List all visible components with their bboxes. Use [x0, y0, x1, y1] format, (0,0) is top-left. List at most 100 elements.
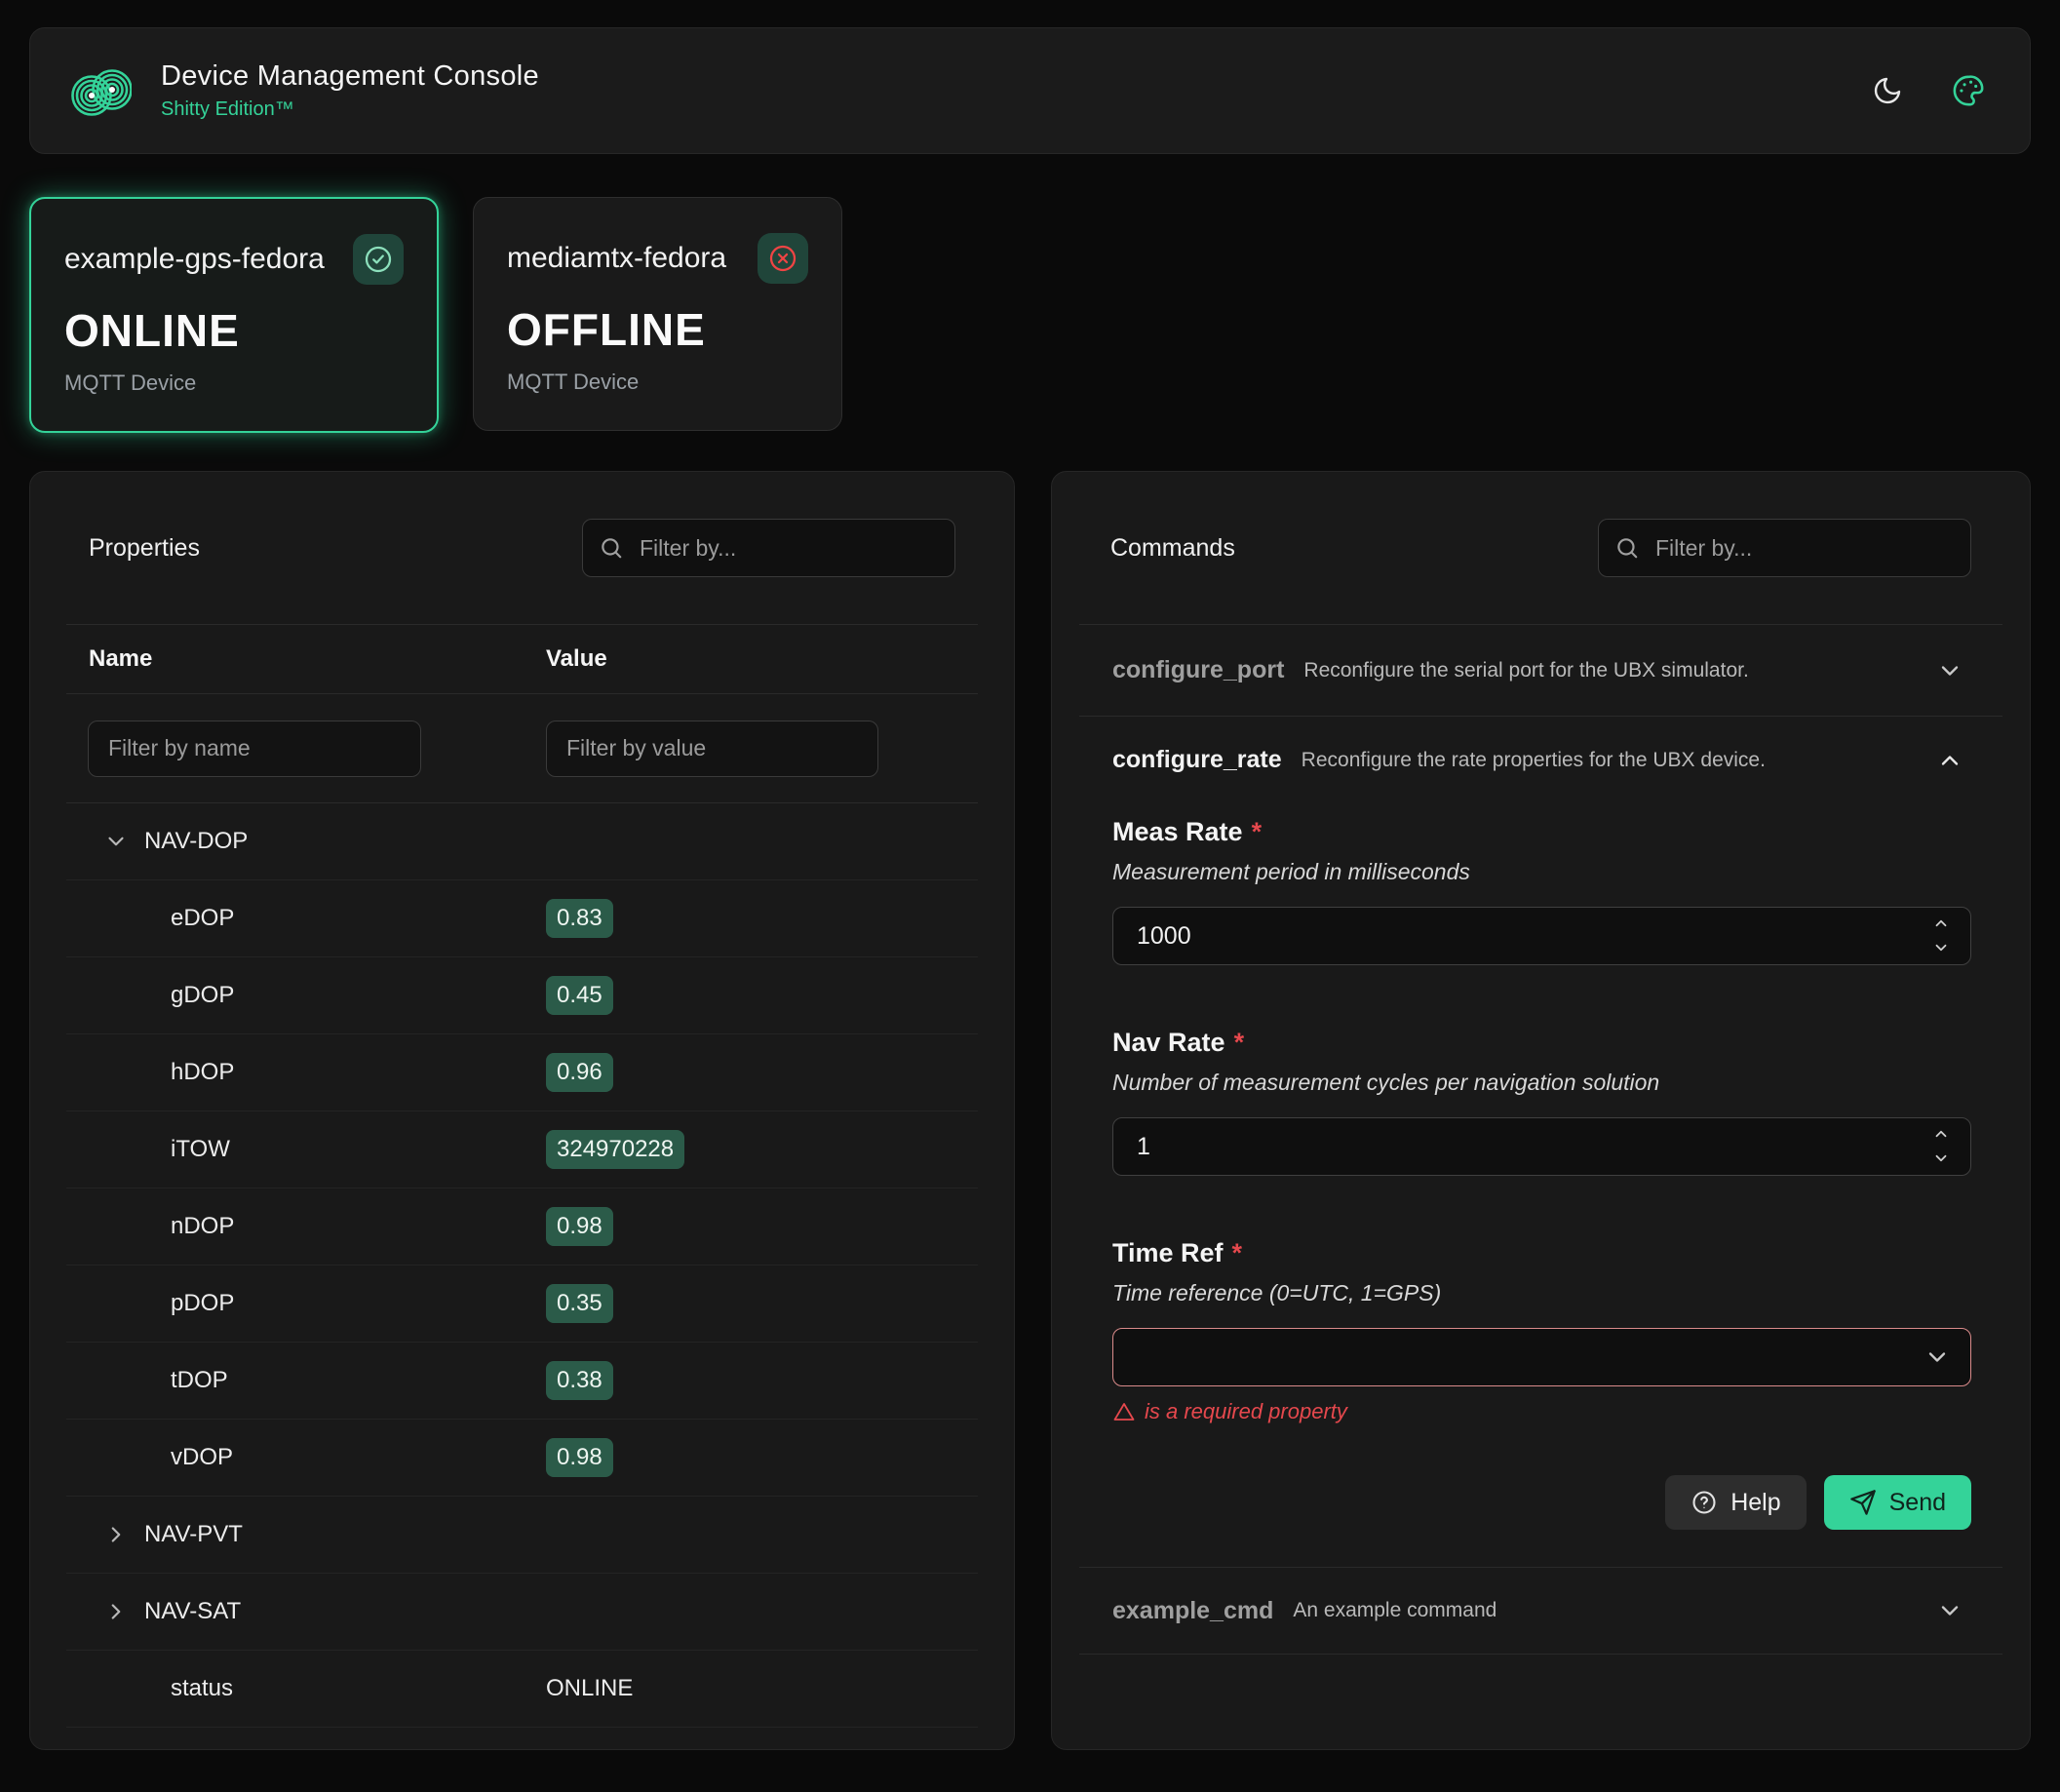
command-actions: Help Send [1112, 1475, 1971, 1530]
property-value-badge: 0.45 [546, 976, 613, 1015]
send-button-label: Send [1889, 1489, 1946, 1517]
property-group-nav-pvt[interactable]: NAV-PVT [66, 1497, 978, 1574]
spinner-up-icon[interactable] [1931, 1125, 1951, 1143]
device-type: MQTT Device [507, 370, 808, 395]
command-description: Reconfigure the serial port for the UBX … [1303, 659, 1748, 682]
property-value-badge: 0.38 [546, 1361, 613, 1400]
required-marker: * [1252, 817, 1263, 846]
field-meas-rate: Meas Rate* Measurement period in millise… [1112, 817, 1971, 965]
property-name: hDOP [66, 1059, 546, 1086]
commands-list: configure_port Reconfigure the serial po… [1079, 624, 2002, 1655]
help-button-label: Help [1730, 1489, 1780, 1517]
commands-filter-input[interactable] [1598, 519, 1971, 577]
chevron-up-icon [1936, 747, 1963, 774]
nav-rate-input[interactable] [1113, 1118, 1970, 1175]
properties-panel-head: Properties [30, 472, 1014, 624]
group-label: NAV-SAT [144, 1598, 241, 1625]
name-filter-input[interactable] [88, 721, 421, 777]
property-value-badge: 0.98 [546, 1438, 613, 1477]
chevron-down-icon [1924, 1344, 1951, 1371]
check-circle-icon [363, 244, 394, 275]
property-group-nav-dop[interactable]: NAV-DOP [66, 803, 978, 880]
device-type: MQTT Device [64, 370, 404, 396]
question-circle-icon [1691, 1489, 1718, 1516]
app-header: Device Management Console Shitty Edition… [29, 27, 2031, 154]
content-panels: Properties Name Value [29, 471, 2031, 1750]
property-row-pdop: pDOP 0.35 [66, 1266, 978, 1343]
commands-filter [1598, 519, 1971, 577]
command-description: An example command [1293, 1599, 1496, 1622]
property-value-badge: 0.96 [546, 1053, 613, 1092]
command-configure-rate-section: configure_rate Reconfigure the rate prop… [1079, 716, 2002, 1530]
property-value: ONLINE [546, 1675, 978, 1702]
command-name: configure_rate [1112, 746, 1282, 774]
page-title: Device Management Console [161, 60, 539, 93]
group-label: NAV-PVT [144, 1521, 243, 1548]
device-status: OFFLINE [507, 303, 808, 356]
property-name: iTOW [66, 1136, 546, 1163]
column-header-name: Name [66, 645, 546, 673]
device-card-mediamtx-fedora[interactable]: mediamtx-fedora OFFLINE MQTT Device [473, 197, 842, 431]
search-icon [1614, 535, 1640, 561]
help-button[interactable]: Help [1665, 1475, 1806, 1530]
property-name: vDOP [66, 1444, 546, 1471]
x-circle-icon [767, 243, 798, 274]
title-block: Device Management Console Shitty Edition… [161, 60, 539, 121]
command-description: Reconfigure the rate properties for the … [1302, 749, 1766, 772]
time-ref-select[interactable] [1112, 1328, 1971, 1386]
topbar-actions [1868, 70, 1989, 111]
command-configure-rate[interactable]: configure_rate Reconfigure the rate prop… [1079, 716, 2002, 803]
property-row-hdop: hDOP 0.96 [66, 1034, 978, 1111]
appearance-button[interactable] [1948, 70, 1989, 111]
command-form: Meas Rate* Measurement period in millise… [1079, 803, 2002, 1530]
properties-filter-input[interactable] [582, 519, 955, 577]
command-example-cmd[interactable]: example_cmd An example command [1079, 1567, 2002, 1655]
field-hint: Number of measurement cycles per navigat… [1112, 1070, 1971, 1096]
device-card-head: example-gps-fedora [64, 234, 404, 285]
properties-panel: Properties Name Value [29, 471, 1015, 1750]
property-name: eDOP [66, 905, 546, 932]
chevron-down-icon [103, 829, 129, 854]
field-label: Meas Rate [1112, 817, 1243, 846]
property-group-nav-sat[interactable]: NAV-SAT [66, 1574, 978, 1651]
device-card-example-gps-fedora[interactable]: example-gps-fedora ONLINE MQTT Device [29, 197, 439, 433]
page-subtitle: Shitty Edition™ [161, 98, 539, 121]
device-name: mediamtx-fedora [507, 242, 726, 275]
property-value-badge: 0.35 [546, 1284, 613, 1323]
property-row-itow: iTOW 324970228 [66, 1111, 978, 1188]
commands-panel-head: Commands [1052, 472, 2030, 624]
property-row-gdop: gDOP 0.45 [66, 957, 978, 1034]
column-header-value: Value [546, 645, 978, 673]
property-row-vdop: vDOP 0.98 [66, 1420, 978, 1497]
moon-icon [1872, 75, 1903, 106]
field-label: Nav Rate [1112, 1028, 1225, 1057]
theme-toggle-button[interactable] [1868, 71, 1907, 110]
properties-column-filters [66, 694, 978, 803]
validation-error: is a required property [1112, 1399, 1971, 1424]
spinner-up-icon[interactable] [1931, 915, 1951, 932]
property-row-ndop: nDOP 0.98 [66, 1188, 978, 1266]
brand: Device Management Console Shitty Edition… [71, 60, 539, 121]
properties-table-header: Name Value [66, 624, 978, 694]
commands-title: Commands [1110, 534, 1235, 563]
device-card-head: mediamtx-fedora [507, 233, 808, 284]
send-button[interactable]: Send [1824, 1475, 1971, 1530]
app-logo-icon [71, 65, 132, 116]
spinner-down-icon[interactable] [1931, 939, 1951, 956]
properties-title: Properties [89, 534, 200, 563]
warning-triangle-icon [1112, 1400, 1136, 1423]
command-configure-port[interactable]: configure_port Reconfigure the serial po… [1079, 624, 2002, 716]
paper-plane-icon [1849, 1489, 1877, 1516]
property-name: nDOP [66, 1213, 546, 1240]
spinner-down-icon[interactable] [1931, 1149, 1951, 1167]
property-value-badge: 324970228 [546, 1130, 684, 1169]
field-nav-rate: Nav Rate* Number of measurement cycles p… [1112, 1028, 1971, 1176]
properties-table: Name Value NAV-DOP eDOP 0.83 [66, 624, 978, 1728]
group-label: NAV-DOP [144, 828, 248, 855]
property-value-badge: 0.98 [546, 1207, 613, 1246]
value-filter-input[interactable] [546, 721, 878, 777]
device-status: ONLINE [64, 304, 404, 357]
required-marker: * [1232, 1238, 1243, 1267]
meas-rate-input[interactable] [1113, 908, 1970, 964]
command-name: configure_port [1112, 656, 1284, 684]
